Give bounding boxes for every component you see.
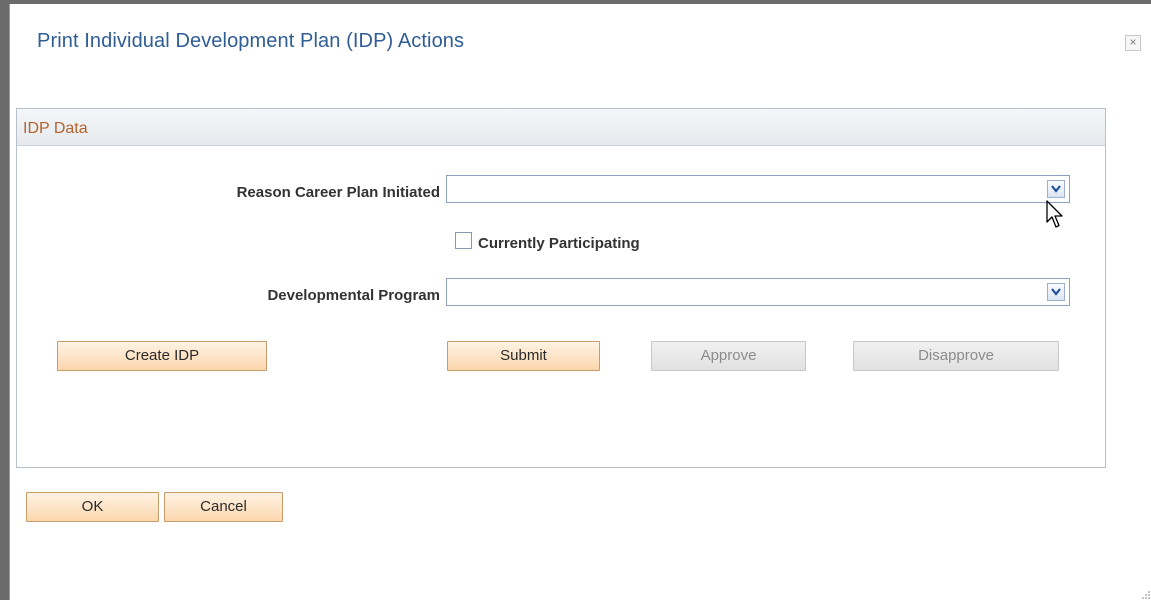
ok-button[interactable]: OK xyxy=(26,492,159,522)
dialog-title: Print Individual Development Plan (IDP) … xyxy=(37,30,465,52)
mouse-pointer-icon xyxy=(1046,200,1063,228)
create-idp-button[interactable]: Create IDP xyxy=(57,341,267,371)
cancel-button[interactable]: Cancel xyxy=(164,492,283,522)
submit-button[interactable]: Submit xyxy=(447,341,600,371)
developmental-program-label: Developmental Program xyxy=(267,287,440,304)
chevron-down-icon xyxy=(1051,288,1061,296)
currently-participating-label[interactable]: Currently Participating xyxy=(478,235,640,252)
reason-career-plan-label: Reason Career Plan Initiated xyxy=(236,184,440,201)
disapprove-button[interactable]: Disapprove xyxy=(853,341,1059,371)
modal-dialog: Print Individual Development Plan (IDP) … xyxy=(9,4,1151,600)
reason-career-plan-select[interactable] xyxy=(446,175,1070,203)
currently-participating-checkbox[interactable] xyxy=(455,232,472,249)
dialog-titlebar: Print Individual Development Plan (IDP) … xyxy=(10,4,1151,74)
chevron-down-icon xyxy=(1051,185,1061,193)
approve-button[interactable]: Approve xyxy=(651,341,806,371)
group-header: IDP Data xyxy=(17,109,1105,146)
group-title: IDP Data xyxy=(23,120,88,137)
close-icon: × xyxy=(1129,35,1137,49)
close-button[interactable]: × xyxy=(1125,35,1141,51)
program-dropdown-button[interactable] xyxy=(1047,283,1065,301)
developmental-program-select[interactable] xyxy=(446,278,1070,306)
reason-dropdown-button[interactable] xyxy=(1047,180,1065,198)
resize-grip-icon[interactable] xyxy=(1142,587,1151,599)
